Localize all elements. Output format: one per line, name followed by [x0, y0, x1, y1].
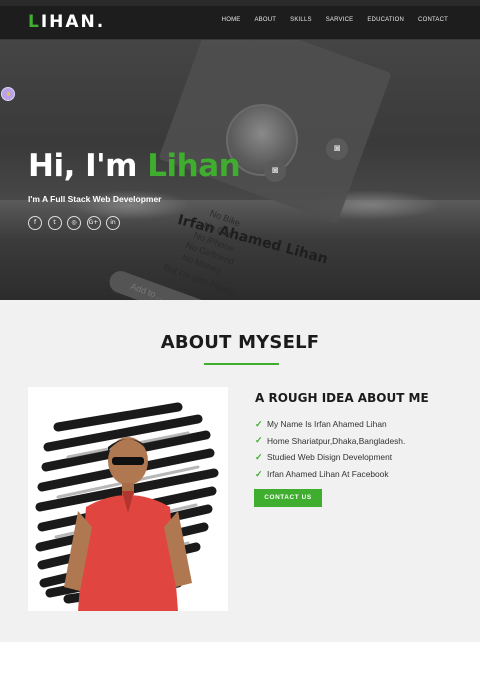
contact-us-button[interactable]: CONTACT US — [254, 489, 322, 507]
nav-home[interactable]: HOME — [222, 17, 241, 23]
about-photo — [28, 387, 228, 611]
camera-icon: ◙ — [326, 138, 348, 160]
list-item: ✓ Home Shariatpur,Dhaka,Bangladesh. — [255, 433, 405, 450]
nav-education[interactable]: EDUCATION — [367, 17, 404, 23]
facebook-icon[interactable]: f — [28, 216, 42, 230]
hero-greeting: Hi, I'm Lihan — [28, 148, 241, 184]
instagram-icon[interactable]: ◎ — [67, 216, 81, 230]
hero-greeting-text: Hi, I'm — [28, 148, 148, 184]
nav-about[interactable]: ABOUT — [254, 17, 276, 23]
about-fact-list: ✓ My Name Is Irfan Ahamed Lihan ✓ Home Sha… — [255, 416, 405, 482]
about-section: ABOUT MYSELF A ROUGH IDEA ABOUT ME ✓ My … — [0, 300, 480, 642]
floating-widget-icon[interactable] — [1, 87, 15, 101]
logo-rest: IHAN. — [40, 12, 106, 32]
nav-contact[interactable]: CONTACT — [418, 17, 448, 23]
about-subheading: A ROUGH IDEA ABOUT ME — [255, 391, 429, 405]
fact-text: My Name Is Irfan Ahamed Lihan — [267, 419, 387, 430]
hero-name: Lihan — [147, 148, 241, 184]
check-icon: ✓ — [255, 468, 263, 479]
social-links: f t ◎ G+ in — [28, 216, 126, 230]
hero-section: ◙ ◙ Irfan Ahamed Lihan No Bike No Car No… — [0, 40, 480, 300]
nav-links: HOME ABOUT SKILLS SARVICE EDUCATION CONT… — [208, 17, 448, 23]
navbar: LIHAN. HOME ABOUT SKILLS SARVICE EDUCATI… — [0, 0, 480, 40]
check-icon: ✓ — [255, 418, 263, 429]
check-icon: ✓ — [255, 435, 263, 446]
fact-text: Studied Web Disign Development — [267, 452, 393, 463]
nav-skills[interactable]: SKILLS — [290, 17, 312, 23]
fact-text: Home Shariatpur,Dhaka,Bangladesh. — [267, 435, 406, 446]
about-photo-artwork — [35, 402, 219, 611]
list-item: ✓ My Name Is Irfan Ahamed Lihan — [255, 416, 405, 433]
hero-tagline: I'm A Full Stack Web Developmer — [28, 194, 162, 204]
camera-icon: ◙ — [264, 160, 286, 182]
fact-text: Irfan Ahamed Lihan At Facebook — [267, 469, 389, 480]
nav-service[interactable]: SARVICE — [326, 17, 354, 23]
twitter-icon[interactable]: t — [47, 216, 62, 230]
about-title-underline — [204, 363, 279, 365]
logo[interactable]: LIHAN. — [28, 12, 105, 32]
about-title: ABOUT MYSELF — [160, 332, 320, 353]
check-icon: ✓ — [255, 451, 263, 462]
list-item: ✓ Irfan Ahamed Lihan At Facebook — [255, 466, 405, 483]
logo-initial: L — [28, 12, 41, 32]
navbar-top-strip — [0, 0, 480, 6]
google-plus-icon[interactable]: G+ — [86, 216, 101, 230]
list-item: ✓ Studied Web Disign Development — [255, 449, 405, 466]
linkedin-icon[interactable]: in — [106, 216, 120, 230]
page-bottom-area — [0, 642, 480, 680]
